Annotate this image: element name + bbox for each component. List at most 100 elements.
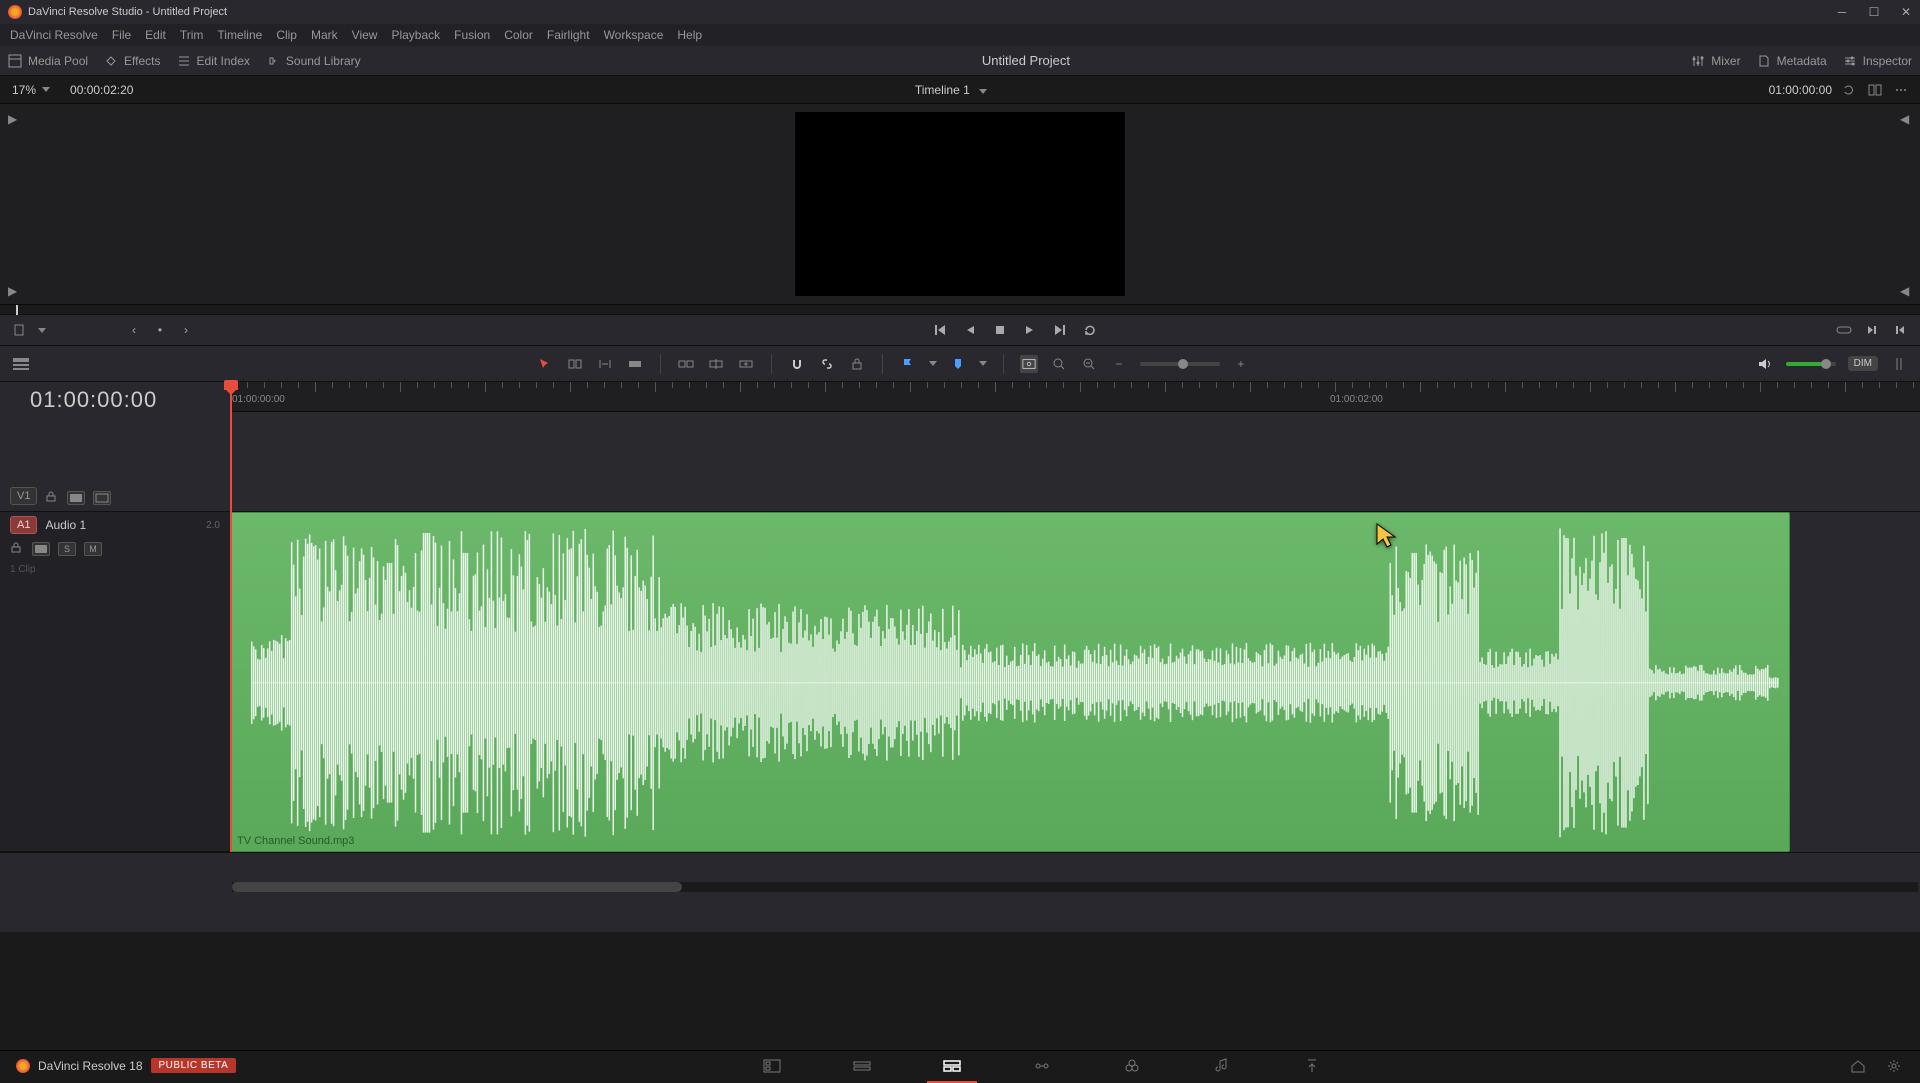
loop-button[interactable] [1082,322,1098,338]
menu-clip[interactable]: Clip [276,28,297,42]
audio-meter-toggle[interactable] [1890,355,1908,373]
menu-timeline[interactable]: Timeline [217,28,262,42]
home-button[interactable] [1848,1056,1868,1076]
track-arm-record[interactable] [32,542,50,556]
timeline-ruler[interactable]: 01:00:00:00 01:00:02:00 [230,382,1920,412]
playhead-handle[interactable] [224,380,238,390]
track-auto-select[interactable] [67,491,85,505]
menu-view[interactable]: View [352,28,378,42]
color-page[interactable] [1122,1056,1142,1076]
chevron-down-icon[interactable] [979,361,987,366]
step-back-button[interactable] [962,322,978,338]
track-lock-icon[interactable] [45,491,59,505]
dynamic-trim-tool[interactable] [596,355,614,373]
volume-slider-knob[interactable] [1821,359,1831,369]
custom-zoom[interactable] [1080,355,1098,373]
trim-tool[interactable] [566,355,584,373]
viewer-zoom[interactable]: 17% [12,83,50,97]
go-to-end-button[interactable] [1052,322,1068,338]
track-lock-icon[interactable] [10,542,24,556]
viewer-expand-left-top[interactable]: ▶ [8,112,20,124]
stop-button[interactable] [992,322,1008,338]
insert-clip[interactable] [677,355,695,373]
timeline-scrollbar[interactable] [232,882,1918,892]
media-page[interactable] [762,1056,782,1076]
transport-prev-dot[interactable]: ‹ [126,322,142,338]
fusion-page[interactable] [1032,1056,1052,1076]
dim-button[interactable]: DIM [1848,356,1878,371]
effects-toggle[interactable]: Effects [104,54,160,68]
transport-range-icon[interactable] [1836,322,1852,338]
minimize-button[interactable]: ─ [1836,6,1848,18]
mute-toggle[interactable] [1756,355,1774,373]
viewer-scrubber[interactable] [0,304,1920,314]
zoom-to-fit[interactable] [1020,355,1038,373]
transport-next-dot[interactable]: › [178,322,194,338]
maximize-button[interactable]: ☐ [1868,6,1880,18]
track-solo-button[interactable]: S [58,542,76,556]
audio-track-badge[interactable]: A1 [10,516,37,534]
menu-color[interactable]: Color [504,28,533,42]
video-lane[interactable] [230,412,1920,511]
zoom-slider[interactable] [1140,362,1220,366]
inspector-toggle[interactable]: Inspector [1843,54,1912,68]
zoom-slider-knob[interactable] [1178,359,1188,369]
viewer-expand-left-bot[interactable]: ▶ [8,284,20,296]
sound-library-toggle[interactable]: Sound Library [266,54,361,68]
menu-file[interactable]: File [112,28,131,42]
media-pool-toggle[interactable]: Media Pool [8,54,88,68]
viewer-loop-icon[interactable] [1842,83,1856,97]
settings-button[interactable] [1884,1056,1904,1076]
transport-marker-dropdown[interactable] [12,322,28,338]
blade-tool[interactable] [626,355,644,373]
video-track-badge[interactable]: V1 [10,487,37,505]
edit-index-toggle[interactable]: Edit Index [177,54,250,68]
flag-dropdown[interactable] [899,355,917,373]
timeline-name-selector[interactable]: Timeline 1 [133,83,1768,97]
menu-workspace[interactable]: Workspace [604,28,664,42]
edit-page[interactable] [942,1056,962,1076]
replace-clip[interactable] [737,355,755,373]
viewer-expand-right-bot[interactable]: ◀ [1900,284,1912,296]
scrollbar-thumb[interactable] [232,882,682,892]
track-disable[interactable] [93,491,111,505]
mixer-toggle[interactable]: Mixer [1691,54,1740,68]
close-button[interactable]: ✕ [1900,6,1912,18]
menu-help[interactable]: Help [677,28,702,42]
zoom-in[interactable]: + [1232,355,1250,373]
timeline-timecode[interactable]: 01:00:00:00 [30,387,157,413]
audio-clip[interactable]: TV Channel Sound.mp3 [230,512,1790,852]
marker-dropdown[interactable] [949,355,967,373]
selection-tool[interactable] [536,355,554,373]
detail-zoom[interactable] [1050,355,1068,373]
fairlight-page[interactable] [1212,1056,1232,1076]
viewer-split-icon[interactable] [1868,83,1882,97]
chevron-down-icon[interactable] [38,328,46,333]
go-to-start-button[interactable] [932,322,948,338]
play-button[interactable] [1022,322,1038,338]
menu-edit[interactable]: Edit [145,28,166,42]
overwrite-clip[interactable] [707,355,725,373]
playhead[interactable] [230,382,232,852]
link-toggle[interactable] [818,355,836,373]
metadata-toggle[interactable]: Metadata [1757,54,1827,68]
viewer-timecode-right[interactable]: 01:00:00:00 [1769,83,1832,97]
menu-mark[interactable]: Mark [311,28,338,42]
menu-fairlight[interactable]: Fairlight [547,28,590,42]
menu-playback[interactable]: Playback [391,28,440,42]
transport-dot[interactable]: • [152,322,168,338]
zoom-out[interactable]: − [1110,355,1128,373]
menu-davinci[interactable]: DaVinci Resolve [10,28,98,42]
viewer-screen[interactable] [795,112,1125,296]
menu-trim[interactable]: Trim [180,28,204,42]
volume-slider[interactable] [1786,362,1836,366]
viewer-options-icon[interactable] [1894,83,1908,97]
transport-match-frame[interactable] [1892,322,1908,338]
chevron-down-icon[interactable] [929,361,937,366]
viewer-expand-right-top[interactable]: ◀ [1900,112,1912,124]
snapping-toggle[interactable] [788,355,806,373]
deliver-page[interactable] [1302,1056,1322,1076]
lock-toggle[interactable] [848,355,866,373]
timeline-view-options[interactable] [12,355,30,373]
transport-next-edit[interactable] [1864,322,1880,338]
